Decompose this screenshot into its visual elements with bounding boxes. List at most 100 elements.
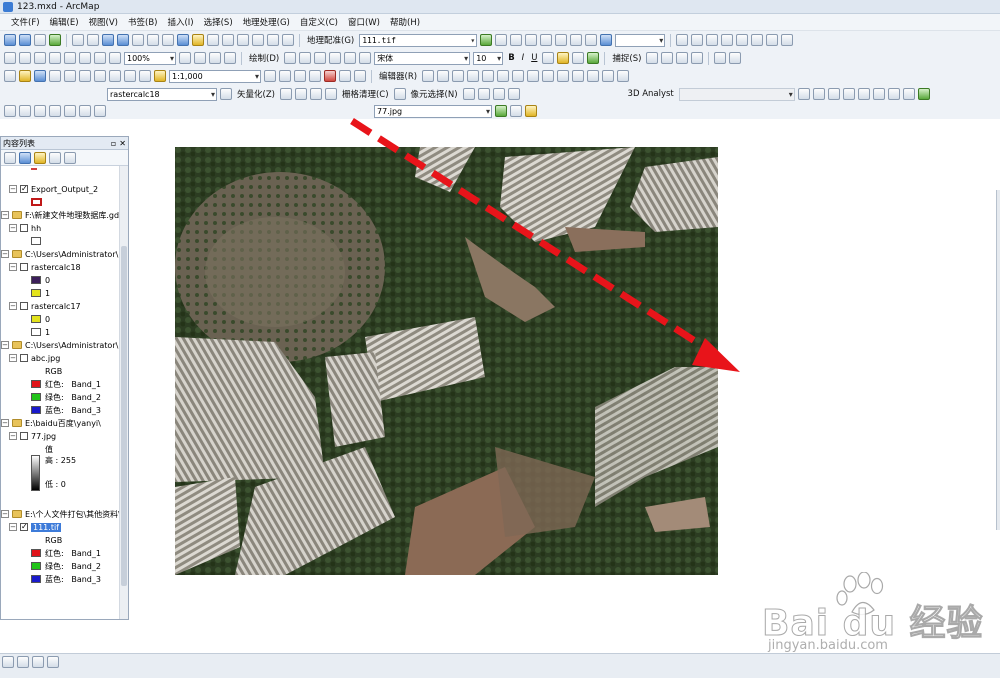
tool-a-icon[interactable] xyxy=(714,52,727,64)
rotation-angle-field[interactable] xyxy=(615,33,666,47)
find-route-icon[interactable] xyxy=(252,34,264,46)
interpolate-polygon-icon[interactable] xyxy=(872,88,885,100)
fixed-zoom-in-icon[interactable] xyxy=(72,34,84,46)
layer-visibility-checkbox[interactable] xyxy=(20,302,28,310)
model-builder-icon[interactable] xyxy=(354,70,366,82)
raster-painting-icon[interactable] xyxy=(324,88,337,100)
snapping-menu[interactable]: 捕捉(S) xyxy=(610,52,643,64)
steepest-path-icon[interactable] xyxy=(812,88,825,100)
vectorization-menu[interactable]: 矢量化(Z) xyxy=(235,88,277,100)
editor-rotate-icon[interactable] xyxy=(721,34,734,46)
delete-icon[interactable] xyxy=(109,70,121,82)
toc-close-icon[interactable]: ✕ xyxy=(119,139,126,148)
map-scale-combo[interactable]: 1:1,000 xyxy=(169,69,261,83)
bold-button[interactable]: B xyxy=(506,53,516,63)
image-tool-e-icon[interactable] xyxy=(64,105,76,117)
text-icon[interactable] xyxy=(344,52,357,64)
table-of-contents-icon[interactable] xyxy=(279,70,291,82)
layer-visibility-checkbox[interactable] xyxy=(20,224,28,232)
link-icon[interactable] xyxy=(570,34,583,46)
select-connected-cells-icon[interactable] xyxy=(462,88,475,100)
menu-geoprocessing[interactable]: 地理处理(G) xyxy=(238,16,295,28)
layout-pan-icon[interactable] xyxy=(34,52,46,64)
layout-view-icon[interactable] xyxy=(17,656,29,668)
layout-zoom-combo[interactable]: 100% xyxy=(124,51,176,65)
cleanup-brush-icon[interactable] xyxy=(393,88,406,100)
toc-scrollbar[interactable] xyxy=(119,166,128,619)
sketch-properties-icon[interactable] xyxy=(602,70,615,82)
toc-scrollbar-thumb[interactable] xyxy=(121,246,127,586)
select-elements-pointer-icon[interactable] xyxy=(162,34,174,46)
arcglobe-icon[interactable] xyxy=(917,88,930,100)
collapse-icon[interactable]: − xyxy=(9,354,17,362)
focus-data-frame-icon[interactable] xyxy=(194,52,206,64)
menu-bookmarks[interactable]: 书签(B) xyxy=(123,16,162,28)
edge-snapping-icon[interactable] xyxy=(691,52,704,64)
toc-layer[interactable]: − rastercalc17 xyxy=(9,300,81,312)
identify-info-icon[interactable] xyxy=(177,34,189,46)
vertex-snapping-icon[interactable] xyxy=(676,52,689,64)
layout-zoom-in-icon[interactable] xyxy=(4,52,16,64)
toc-layer[interactable]: − hh xyxy=(9,222,41,234)
point-snapping-icon[interactable] xyxy=(646,52,659,64)
image-tool-c-icon[interactable] xyxy=(34,105,46,117)
edit-vertices-icon[interactable] xyxy=(359,52,372,64)
editor-cut-icon[interactable] xyxy=(781,34,794,46)
line-of-sight-icon[interactable] xyxy=(827,88,840,100)
measure-icon[interactable] xyxy=(222,34,234,46)
split-tool-icon[interactable] xyxy=(557,70,570,82)
image-tool-f-icon[interactable] xyxy=(79,105,91,117)
undo-icon[interactable] xyxy=(124,70,136,82)
zoom-to-elements-icon[interactable] xyxy=(314,52,327,64)
python-window-icon[interactable] xyxy=(339,70,351,82)
italic-button[interactable]: I xyxy=(520,53,527,63)
shift-icon[interactable] xyxy=(510,34,523,46)
layout-previous-icon[interactable] xyxy=(79,52,91,64)
toggle-draft-icon[interactable] xyxy=(179,52,191,64)
toc-layer[interactable]: − 77.jpg xyxy=(9,430,56,442)
select-features-icon[interactable] xyxy=(132,34,144,46)
arcscene-icon[interactable] xyxy=(902,88,915,100)
toc-data-source[interactable]: − E:\baidu百度\yanyi\ xyxy=(1,417,101,429)
generate-features-icon[interactable] xyxy=(309,88,322,100)
toc-autohide-icon[interactable]: ▫ xyxy=(111,139,116,148)
layout-100-icon[interactable] xyxy=(109,52,121,64)
refresh-icon[interactable] xyxy=(600,34,613,46)
list-by-source-icon[interactable] xyxy=(19,151,31,164)
editor-split-icon[interactable] xyxy=(691,34,704,46)
toc-layer[interactable]: − abc.jpg xyxy=(9,352,60,364)
menu-windows[interactable]: 窗口(W) xyxy=(343,16,385,28)
interpolate-line-icon[interactable] xyxy=(857,88,870,100)
menu-help[interactable]: 帮助(H) xyxy=(385,16,425,28)
cut-polygons-icon[interactable] xyxy=(542,70,555,82)
3d-analyst-menu[interactable]: 3D Analyst xyxy=(626,89,676,99)
vectorization-settings-icon[interactable] xyxy=(294,88,307,100)
full-extent-globe-icon[interactable] xyxy=(49,34,61,46)
list-by-drawing-order-icon[interactable] xyxy=(4,151,16,164)
editor-move-icon[interactable] xyxy=(706,34,719,46)
collapse-icon[interactable]: − xyxy=(9,224,17,232)
data-view-icon[interactable] xyxy=(2,656,14,668)
hyperlink-lightning-icon[interactable] xyxy=(192,34,204,46)
menu-file[interactable]: 文件(F) xyxy=(6,16,45,28)
image-tool-d-icon[interactable] xyxy=(49,105,61,117)
georeferencing-menu[interactable]: 地理配准(G) xyxy=(305,34,356,46)
change-layout-icon[interactable] xyxy=(209,52,221,64)
image-classify-icon[interactable] xyxy=(495,105,507,117)
back-arrow-icon[interactable] xyxy=(102,34,114,46)
select-elements-icon[interactable] xyxy=(284,52,297,64)
view-link-table-icon[interactable] xyxy=(555,34,568,46)
arctoolbox-icon[interactable] xyxy=(324,70,336,82)
html-popup-icon[interactable] xyxy=(207,34,219,46)
menu-view[interactable]: 视图(V) xyxy=(84,16,123,28)
editor-vertex-icon[interactable] xyxy=(676,34,689,46)
layout-full-page-icon[interactable] xyxy=(49,52,61,64)
toc-options-icon[interactable] xyxy=(64,151,76,164)
menu-edit[interactable]: 编辑(E) xyxy=(45,16,84,28)
interpolate-point-icon[interactable] xyxy=(842,88,855,100)
end-snapping-icon[interactable] xyxy=(661,52,674,64)
font-size-combo[interactable]: 10 xyxy=(473,51,504,65)
layer-visibility-checkbox[interactable] xyxy=(20,432,28,440)
collapse-icon[interactable]: − xyxy=(1,211,9,219)
add-data-icon[interactable] xyxy=(154,70,166,82)
